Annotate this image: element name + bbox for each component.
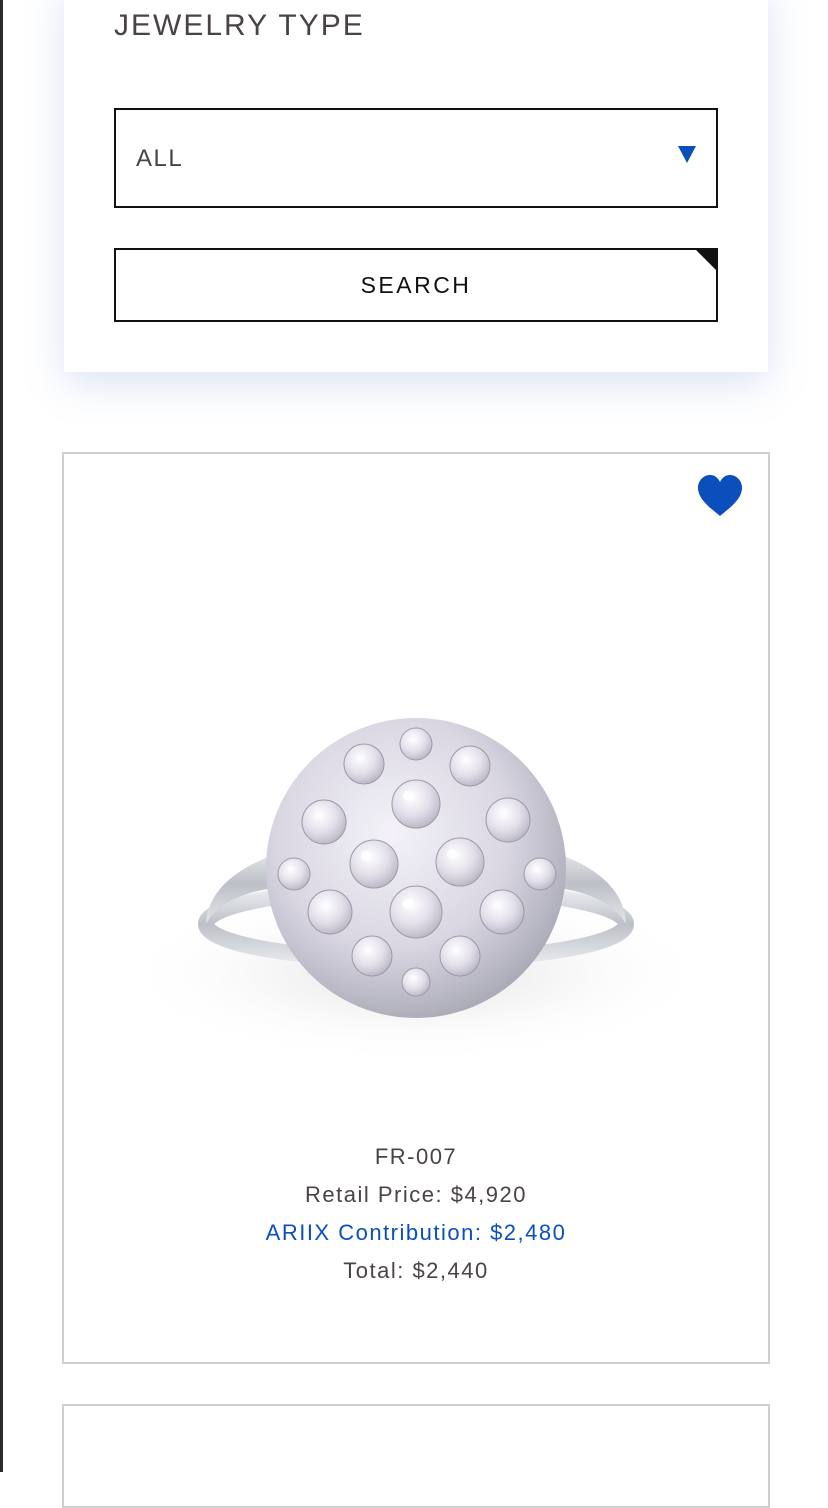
corner-notch-decoration xyxy=(696,250,716,270)
ariix-contribution: ARIIX Contribution: $2,480 xyxy=(265,1220,567,1245)
product-code: FR-007 xyxy=(374,1144,458,1169)
retail-price: Retail Price: $4,920 xyxy=(305,1182,527,1207)
select-value: ALL xyxy=(136,145,184,172)
jewelry-type-select[interactable]: ALL xyxy=(114,108,718,208)
filter-panel: JEWELRY TYPE ALL SEARCH xyxy=(64,0,768,372)
search-button[interactable]: SEARCH xyxy=(114,248,718,322)
jewelry-type-heading: JEWELRY TYPE xyxy=(114,9,365,42)
product-card[interactable]: FR-007 Retail Price: $4,920 ARIIX Contri… xyxy=(62,452,770,1364)
ring-product-image[interactable] xyxy=(104,594,728,1114)
total-price: Total: $2,440 xyxy=(343,1258,489,1283)
search-button-label: SEARCH xyxy=(360,272,472,298)
product-info: FR-007 Retail Price: $4,920 ARIIX Contri… xyxy=(64,1138,768,1290)
left-edge-rule xyxy=(0,0,3,1472)
heart-icon[interactable] xyxy=(696,474,744,518)
next-product-card[interactable] xyxy=(62,1404,770,1508)
chevron-down-icon xyxy=(678,146,696,163)
